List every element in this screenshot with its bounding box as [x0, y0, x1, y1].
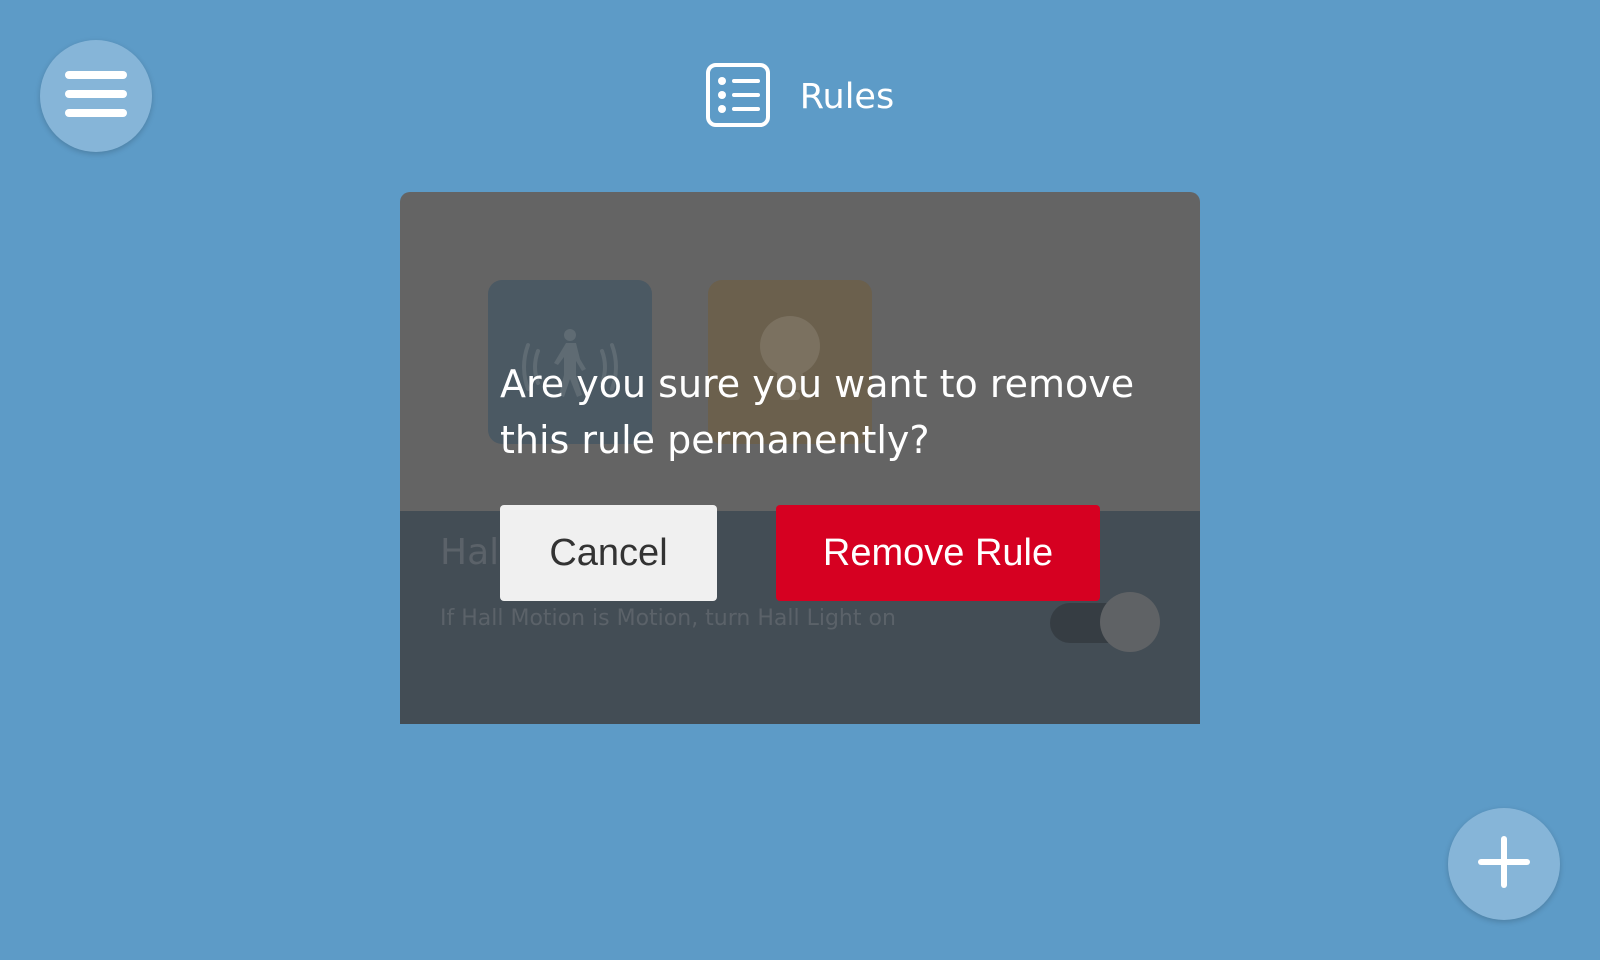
- rule-description: If Hall Motion is Motion, turn Hall Ligh…: [440, 606, 896, 631]
- rules-list-icon: [705, 63, 770, 131]
- cancel-button[interactable]: Cancel: [500, 505, 717, 601]
- plus-icon: [1476, 834, 1532, 894]
- page-title: Rules: [799, 77, 895, 117]
- remove-confirmation-message: Are you sure you want to remove this rul…: [500, 362, 1135, 462]
- remove-rule-button[interactable]: Remove Rule: [776, 505, 1100, 601]
- add-rule-button[interactable]: [1448, 808, 1560, 920]
- toggle-knob[interactable]: [1100, 592, 1160, 652]
- page-header: Rules: [0, 62, 1600, 132]
